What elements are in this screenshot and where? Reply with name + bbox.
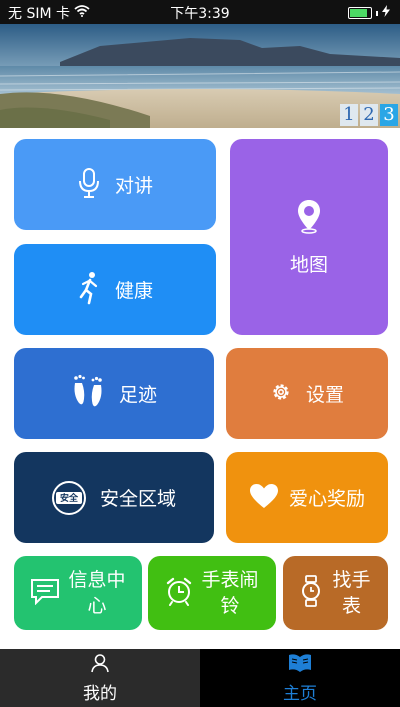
intercom-label: 对讲: [114, 175, 153, 197]
message-center-label-1: 信息中: [68, 569, 126, 591]
alarm-clock-icon: [165, 576, 193, 610]
microphone-icon: [77, 167, 101, 203]
tab-home[interactable]: 主页: [200, 649, 400, 707]
pager-dot-2[interactable]: 2: [360, 104, 378, 126]
map-label: 地图: [289, 253, 328, 276]
map-tile[interactable]: 地图: [230, 139, 388, 335]
pager-dot-1[interactable]: 1: [340, 104, 358, 126]
footprint-label: 足迹: [118, 384, 157, 406]
tab-mine[interactable]: 我的: [0, 649, 200, 707]
tab-bar: 我的 主页: [0, 649, 400, 707]
watch-alarm-label-2: 铃: [220, 595, 240, 617]
status-right: [348, 5, 390, 21]
battery-tip: [376, 10, 378, 16]
book-icon: [288, 653, 312, 677]
safe-zone-label: 安全区域: [99, 488, 176, 510]
footprints-icon: [71, 373, 105, 415]
gear-icon: [270, 381, 292, 407]
watch-alarm-tile[interactable]: 手表闹 铃: [148, 556, 276, 630]
tab-home-label: 主页: [283, 683, 317, 704]
love-reward-label: 爱心奖励: [288, 488, 365, 510]
banner-pager: 1 2 3: [340, 104, 398, 126]
safe-zone-icon-text: 安全: [59, 494, 78, 504]
person-icon: [90, 653, 110, 677]
message-icon: [30, 577, 60, 609]
status-time: 下午3:39: [170, 6, 230, 22]
tab-mine-label: 我的: [83, 683, 117, 704]
watch-icon: [300, 575, 322, 611]
message-center-label-2: 心: [87, 595, 107, 617]
footprint-tile[interactable]: 足迹: [14, 348, 214, 439]
health-label: 健康: [114, 280, 153, 302]
find-watch-tile[interactable]: 找手 表: [283, 556, 388, 630]
battery-icon: [348, 7, 372, 19]
running-icon: [77, 271, 101, 309]
settings-tile[interactable]: 设置: [226, 348, 388, 439]
watch-alarm-label-1: 手表闹: [201, 569, 259, 591]
settings-label: 设置: [305, 384, 344, 406]
safe-zone-icon: 安全: [51, 480, 86, 515]
location-pin-icon: [296, 198, 322, 238]
intercom-tile[interactable]: 对讲: [14, 139, 216, 230]
heart-icon: [249, 483, 279, 513]
banner-carousel[interactable]: 1 2 3: [0, 24, 400, 128]
health-tile[interactable]: 健康: [14, 244, 216, 335]
pager-dot-3[interactable]: 3: [380, 104, 398, 126]
find-watch-label-1: 找手: [332, 569, 371, 591]
message-center-tile[interactable]: 信息中 心: [14, 556, 142, 630]
safe-zone-tile[interactable]: 安全 安全区域: [14, 452, 214, 543]
love-reward-tile[interactable]: 爱心奖励: [226, 452, 388, 543]
charging-icon: [382, 5, 390, 21]
battery-level: [350, 9, 367, 17]
find-watch-label-2: 表: [341, 595, 361, 617]
status-bar: 无 SIM 卡 下午3:39: [0, 0, 400, 24]
